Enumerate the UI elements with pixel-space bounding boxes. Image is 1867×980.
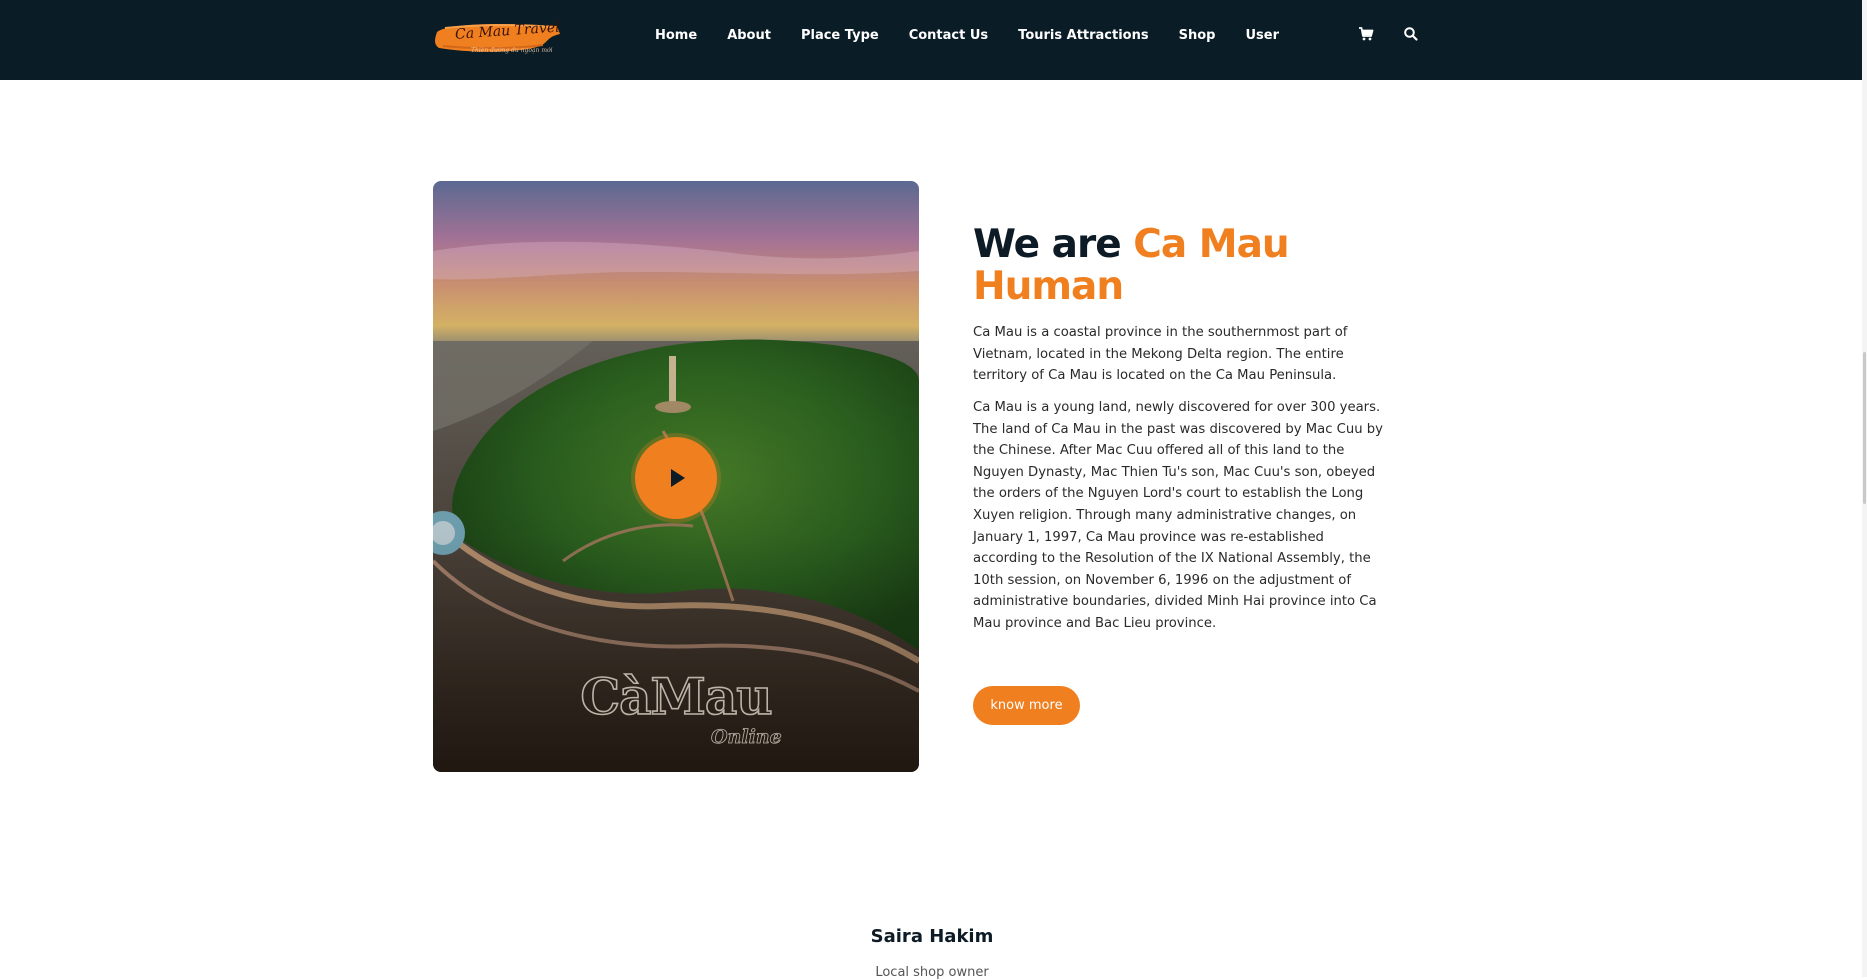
top-navbar: Ca Mau Travel Thiên đường du ngoạn mới H…	[0, 0, 1867, 80]
site-logo[interactable]: Ca Mau Travel Thiên đường du ngoạn mới	[433, 18, 563, 60]
video-thumbnail[interactable]: CàMau Online	[433, 181, 919, 772]
nav-contact-us[interactable]: Contact Us	[909, 28, 988, 43]
know-more-button[interactable]: know more	[973, 686, 1080, 725]
main-nav: Home About Place Type Contact Us Touris …	[640, 0, 1294, 70]
cart-icon[interactable]	[1358, 26, 1376, 44]
nav-home[interactable]: Home	[655, 28, 697, 43]
search-icon[interactable]	[1403, 26, 1421, 44]
nav-user[interactable]: User	[1245, 28, 1279, 43]
about-headline: We are Ca Mau Human	[973, 224, 1393, 308]
play-icon	[671, 469, 685, 487]
about-paragraph-1: Ca Mau is a coastal province in the sout…	[973, 325, 1348, 384]
play-button[interactable]	[635, 437, 717, 519]
logo-tagline: Thiên đường du ngoạn mới	[471, 47, 553, 54]
testimonial-name: Saira Hakim	[870, 926, 994, 947]
nav-touris-attractions[interactable]: Touris Attractions	[1018, 28, 1148, 43]
about-paragraph-2: Ca Mau is a young land, newly discovered…	[973, 400, 1383, 631]
nav-shop[interactable]: Shop	[1179, 28, 1216, 43]
nav-about[interactable]: About	[727, 28, 771, 43]
headline-plain: We are	[973, 222, 1134, 267]
video-watermark-sub: Online	[711, 726, 782, 749]
nav-place-type[interactable]: Place Type	[801, 28, 879, 43]
testimonial-role: Local shop owner	[875, 965, 989, 980]
scrollbar-thumb[interactable]	[1863, 352, 1866, 504]
